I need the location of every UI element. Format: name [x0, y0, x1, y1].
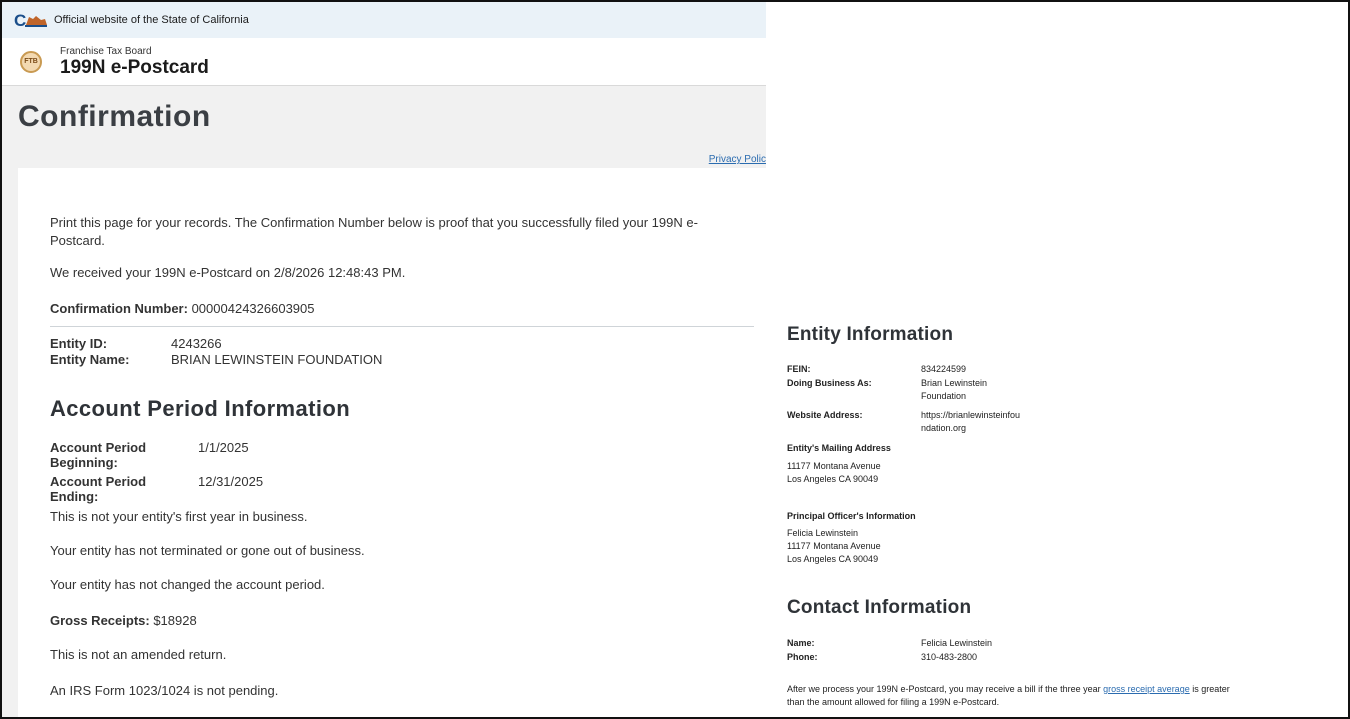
period-begin-value: 1/1/2025	[198, 440, 249, 455]
fein-value: 834224599	[921, 364, 967, 374]
dba-label: Doing Business As:	[787, 378, 872, 388]
period-begin-row: Account Period Beginning: 1/1/2025	[50, 440, 249, 470]
amended-text: This is not an amended return.	[50, 647, 227, 662]
contact-name-value: Felicia Lewinstein	[921, 638, 993, 648]
fein-label: FEIN:	[787, 364, 811, 374]
entity-id-row: Entity ID: 4243266	[50, 336, 222, 351]
website-value: https://brianlewinsteinfou ndation.org	[921, 410, 1021, 433]
confirmation-number-value: 00000424326603905	[191, 301, 315, 316]
dba-value: Brian Lewinstein Foundation	[921, 378, 988, 401]
title-band: Confirmation Privacy Polic	[2, 86, 766, 168]
contact-information-heading: Contact Information	[787, 597, 972, 618]
account-period-heading: Account Period Information	[50, 396, 351, 421]
period-end-row: Account Period Ending: 12/31/2025	[50, 474, 263, 504]
gross-receipt-average-link[interactable]: gross receipt average	[1103, 684, 1190, 694]
official-website-text: Official website of the State of Califor…	[54, 14, 249, 26]
california-logo-icon: C	[14, 10, 48, 30]
entity-information-heading: Entity Information	[787, 324, 954, 345]
app-title[interactable]: 199N e-Postcard	[60, 57, 209, 78]
page-title: Confirmation	[18, 100, 211, 133]
divider	[50, 326, 754, 327]
entity-name-value: BRIAN LEWINSTEIN FOUNDATION	[171, 352, 383, 367]
agency-name: Franchise Tax Board	[60, 45, 152, 57]
contact-phone-value: 310-483-2800	[921, 652, 978, 662]
svg-text:C: C	[14, 11, 26, 30]
confirmation-number: Confirmation Number: 00000424326603905	[50, 300, 315, 318]
principal-officer-heading: Principal Officer's Information	[787, 511, 916, 521]
privacy-policy-link[interactable]: Privacy Polic	[709, 154, 766, 165]
site-header: FTB Franchise Tax Board 199N e-Postcard	[2, 38, 766, 86]
period-end-value: 12/31/2025	[198, 474, 264, 489]
terminated-text: Your entity has not terminated or gone o…	[50, 543, 365, 558]
gross-receipts: Gross Receipts: $18928	[50, 612, 197, 630]
official-website-bar: C Official website of the State of Calif…	[2, 2, 766, 38]
print-instruction: Print this page for your records. The Co…	[50, 215, 698, 248]
entity-name-row: Entity Name: BRIAN LEWINSTEIN FOUNDATION	[50, 352, 382, 367]
irs-form-text: An IRS Form 1023/1024 is not pending.	[50, 683, 279, 698]
contact-name-label: Name:	[787, 638, 815, 648]
entity-id-label: Entity ID:	[50, 336, 108, 351]
mailing-address: 11177 Montana Avenue Los Angeles CA 90049	[787, 461, 881, 484]
mailing-address-heading: Entity's Mailing Address	[787, 443, 891, 453]
website-label: Website Address:	[787, 410, 863, 420]
ftb-seal-icon: FTB	[20, 50, 42, 73]
confirmation-number-label: Confirmation Number:	[50, 301, 188, 316]
left-panel: C Official website of the State of Calif…	[2, 2, 766, 717]
period-begin-label: Account Period Beginning:	[50, 440, 147, 470]
billing-note: After we process your 199N e-Postcard, y…	[787, 684, 1230, 707]
entity-name-label: Entity Name:	[50, 352, 130, 367]
period-end-label: Account Period Ending:	[50, 474, 147, 504]
gross-receipts-value: $18928	[153, 613, 197, 628]
principal-officer-info: Felicia Lewinstein 11177 Montana Avenue …	[787, 528, 881, 564]
confirmation-content: Print this page for your records. The Co…	[18, 168, 766, 717]
gutter	[2, 168, 18, 717]
period-changed-text: Your entity has not changed the account …	[50, 577, 325, 592]
entity-id-value: 4243266	[171, 336, 222, 351]
gross-receipts-label: Gross Receipts:	[50, 613, 150, 628]
contact-phone-label: Phone:	[787, 652, 818, 662]
first-year-text: This is not your entity's first year in …	[50, 509, 308, 524]
right-panel: Entity Information FEIN: 834224599 Doing…	[766, 2, 1348, 717]
received-text: We received your 199N e-Postcard on 2/8/…	[50, 265, 406, 280]
